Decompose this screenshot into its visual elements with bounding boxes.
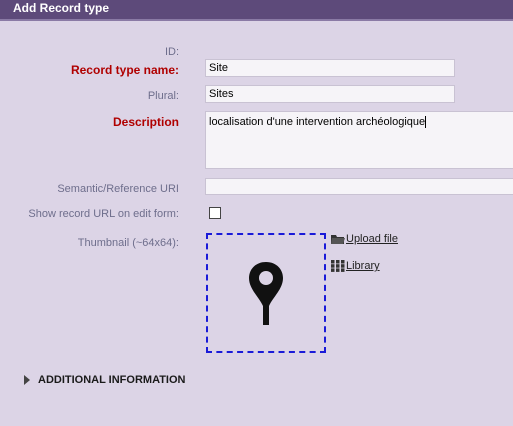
upload-file-link[interactable]: Upload file <box>331 233 398 245</box>
semantic-uri-input[interactable] <box>205 178 513 195</box>
additional-information-toggle[interactable]: ADDITIONAL INFORMATION <box>24 374 185 386</box>
folder-icon <box>331 234 345 244</box>
thumbnail-label: Thumbnail (~64x64): <box>77 237 179 249</box>
upload-file-label: Upload file <box>346 233 398 245</box>
description-text: localisation d'une intervention archéolo… <box>209 116 426 128</box>
thumbnail-dropzone[interactable] <box>206 233 326 353</box>
show-record-url-label: Show record URL on edit form: <box>28 208 179 220</box>
add-record-type-dialog: Add Record type ID: Record type name: Si… <box>0 0 513 426</box>
description-textarea[interactable]: localisation d'une intervention archéolo… <box>205 111 513 169</box>
text-caret <box>425 116 427 129</box>
grid-icon <box>331 260 345 272</box>
plural-label: Plural: <box>147 90 179 102</box>
library-label: Library <box>346 260 380 272</box>
show-record-url-checkbox[interactable] <box>209 207 221 219</box>
record-type-name-label: Record type name: <box>70 63 179 77</box>
map-pin-icon <box>249 262 283 325</box>
record-type-name-input[interactable]: Site <box>205 59 455 77</box>
library-link[interactable]: Library <box>331 260 380 272</box>
id-label: ID: <box>164 46 179 58</box>
title-divider <box>0 19 513 21</box>
additional-information-label: ADDITIONAL INFORMATION <box>38 374 186 386</box>
description-label: Description <box>112 115 179 129</box>
semantic-uri-label: Semantic/Reference URI <box>57 183 179 195</box>
plural-input[interactable]: Sites <box>205 85 455 103</box>
expand-triangle-icon <box>24 375 30 386</box>
dialog-title: Add Record type <box>0 0 513 19</box>
